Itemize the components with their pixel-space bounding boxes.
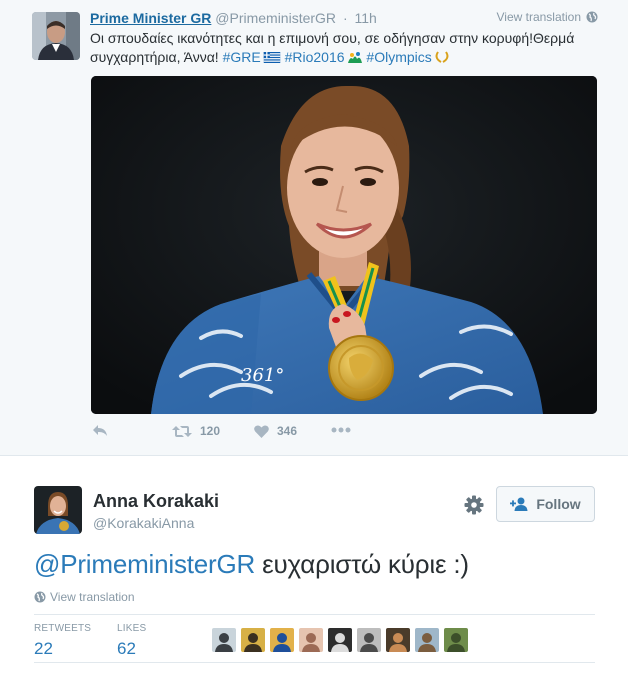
reply-button[interactable] xyxy=(92,424,108,437)
parent-author-name[interactable]: Prime Minister GR xyxy=(90,10,211,26)
parent-tweet-actions: 120 346 xyxy=(90,424,390,446)
jacket-logo-text: 361° xyxy=(241,365,284,386)
mention-link[interactable]: @PrimeministerGR xyxy=(34,549,255,579)
liker-avatar[interactable] xyxy=(299,628,323,652)
parent-tweet-header: Prime Minister GR @PrimeministerGR · 11h xyxy=(90,10,377,26)
likes-stat[interactable]: LIKES 62 xyxy=(117,615,146,659)
add-user-icon xyxy=(510,497,528,511)
retweets-value: 22 xyxy=(34,639,53,658)
liker-avatar[interactable] xyxy=(212,628,236,652)
view-translation-link[interactable]: View translation xyxy=(34,590,135,604)
globe-icon xyxy=(34,591,46,603)
gear-icon xyxy=(464,495,484,515)
olympic-wreath-icon xyxy=(435,51,449,63)
retweet-icon xyxy=(172,425,192,437)
likes-value: 62 xyxy=(117,639,136,658)
hashtag-gre[interactable]: #GRE xyxy=(223,49,261,65)
liker-avatar[interactable] xyxy=(444,628,468,652)
tweet-text: @PrimeministerGR ευχαριστώ κύριε :) xyxy=(34,549,469,580)
liker-avatar[interactable] xyxy=(386,628,410,652)
liker-avatar[interactable] xyxy=(270,628,294,652)
like-button[interactable]: 346 xyxy=(254,424,297,438)
parent-view-translation[interactable]: View translation xyxy=(497,10,599,24)
hashtag-rio2016[interactable]: #Rio2016 xyxy=(285,49,345,65)
greek-flag-icon xyxy=(263,52,280,63)
likers-avatars xyxy=(212,628,468,652)
follow-button[interactable]: Follow xyxy=(496,486,595,522)
retweets-stat[interactable]: RETWEETS 22 xyxy=(34,615,91,659)
rio-logo-icon xyxy=(347,52,362,63)
author-avatar[interactable] xyxy=(34,486,82,534)
view-translation-label[interactable]: View translation xyxy=(497,10,582,24)
more-icon xyxy=(331,427,351,433)
liker-avatar[interactable] xyxy=(328,628,352,652)
retweets-label: RETWEETS xyxy=(34,623,92,634)
parent-author-handle[interactable]: @PrimeministerGR xyxy=(215,10,336,26)
like-count: 346 xyxy=(277,424,298,438)
author-name[interactable]: Anna Korakaki xyxy=(93,491,219,512)
tweet-text-body: ευχαριστώ κύριε :) xyxy=(255,549,469,579)
parent-tweet-text: Οι σπουδαίες ικανότητες και η επιμονή σο… xyxy=(90,29,610,67)
liker-avatar[interactable] xyxy=(357,628,381,652)
separator-dot: · xyxy=(342,10,348,26)
follow-label: Follow xyxy=(536,496,581,512)
globe-icon xyxy=(586,11,598,23)
tweet-photo[interactable]: 361° xyxy=(91,76,597,414)
settings-button[interactable] xyxy=(463,494,485,516)
liker-avatar[interactable] xyxy=(241,628,265,652)
reply-icon xyxy=(93,425,107,436)
parent-timestamp[interactable]: 11h xyxy=(355,10,377,26)
author-handle[interactable]: @KorakakiAnna xyxy=(93,515,194,531)
view-translation-label[interactable]: View translation xyxy=(50,590,135,604)
retweet-button[interactable]: 120 xyxy=(172,424,220,438)
retweet-count: 120 xyxy=(200,424,221,438)
heart-icon xyxy=(254,424,269,438)
parent-tweet[interactable]: Prime Minister GR @PrimeministerGR · 11h… xyxy=(0,0,628,456)
liker-avatar[interactable] xyxy=(415,628,439,652)
tweet-stats: RETWEETS 22 LIKES 62 xyxy=(34,614,595,663)
parent-avatar[interactable] xyxy=(32,12,80,60)
hashtag-olympics[interactable]: #Olympics xyxy=(366,49,431,65)
likes-label: LIKES xyxy=(117,623,147,634)
more-button[interactable] xyxy=(331,427,351,433)
